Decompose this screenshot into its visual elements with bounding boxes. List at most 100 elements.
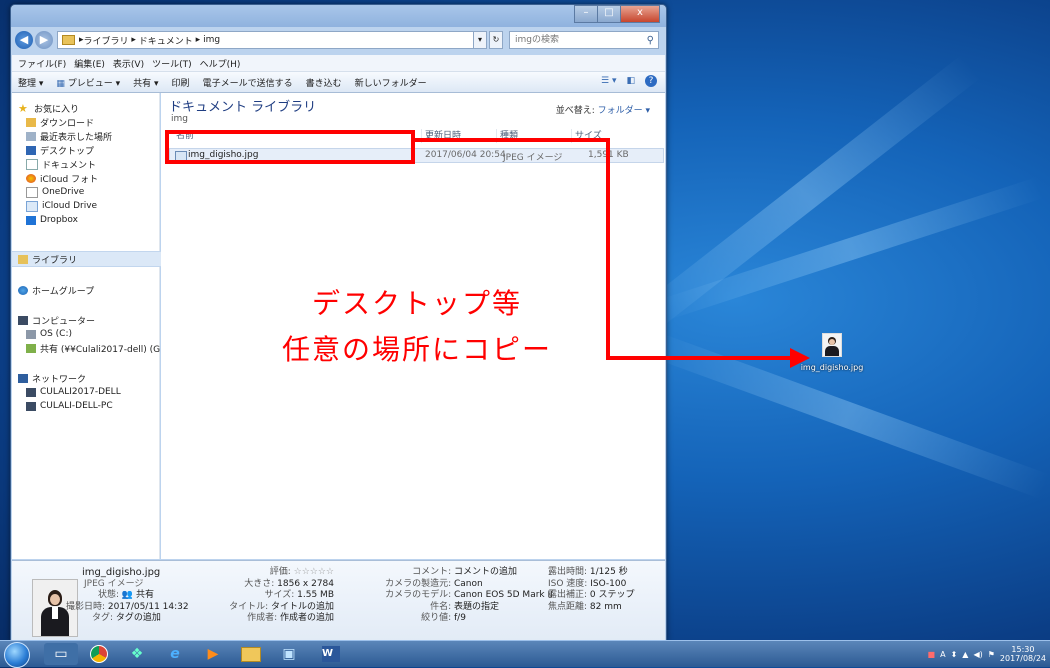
nav-drive-g[interactable]: 共有 (¥¥Culali2017-dell) (G:) — [26, 341, 173, 355]
nav-icloud-photos[interactable]: iCloud フォト — [26, 171, 173, 185]
menu-file[interactable]: ファイル(F) — [18, 57, 66, 70]
details-state: 共有 — [136, 590, 155, 600]
details-col2: 評価: ☆☆☆☆☆ 大きさ: 1856 x 2784 サイズ: 1.55 MB … — [229, 567, 334, 623]
help-icon[interactable]: ? — [645, 75, 657, 87]
nav-favorites[interactable]: ★ お気に入り — [18, 101, 165, 115]
taskbar-media-icon[interactable]: ▶ — [196, 643, 230, 665]
nav-libraries[interactable]: ライブラリ — [12, 251, 165, 267]
maximize-button[interactable]: □ — [597, 5, 621, 23]
menu-view[interactable]: 表示(V) — [113, 57, 144, 70]
clock[interactable]: 15:30 2017/08/24 — [1000, 645, 1046, 663]
taskbar-app-icon[interactable]: ❖ — [120, 643, 154, 665]
burn-button[interactable]: 書き込む — [306, 76, 342, 89]
details-comment[interactable]: コメントの追加 — [454, 567, 546, 579]
menu-edit[interactable]: 編集(E) — [74, 57, 105, 70]
details-filename: img_digisho.jpg — [82, 567, 161, 578]
icloud-photos-icon — [26, 173, 36, 183]
menu-tools[interactable]: ツール(T) — [152, 57, 192, 70]
annotation-line-horizontal — [413, 138, 610, 142]
address-bar[interactable]: ▸ ライブラリ ▸ ドキュメント ▸ img — [57, 31, 487, 49]
back-arrow-icon[interactable]: ◀ — [15, 31, 33, 49]
details-date-taken: 2017/05/11 14:32 — [107, 601, 189, 612]
breadcrumb-img[interactable]: img — [203, 35, 220, 45]
details-fstop: f/9 — [454, 613, 466, 623]
nav-drive-c[interactable]: OS (C:) — [26, 327, 173, 341]
details-focal-length: 82 mm — [589, 601, 622, 612]
sort-control[interactable]: 並べ替え: フォルダー ▾ — [556, 103, 650, 116]
taskbar-photo-icon[interactable]: ▣ — [272, 643, 306, 665]
view-options-icon[interactable]: ☰ ▾ — [601, 76, 616, 86]
drive-icon — [26, 329, 36, 339]
taskbar-ie-icon[interactable]: e — [158, 643, 192, 665]
nav-network-culali2017[interactable]: CULALI2017-DELL — [26, 385, 173, 399]
address-dropdown-button[interactable]: ▾ — [473, 31, 487, 49]
library-icon — [18, 254, 28, 264]
tray-volume-icon[interactable]: ◀) — [973, 650, 982, 659]
details-tags[interactable]: タグの追加 — [116, 613, 161, 623]
tray-flag-icon[interactable]: ⚑ — [988, 650, 995, 659]
explorer-window: – □ x ◀ ▶ ▸ ライブラリ ▸ ドキュメント ▸ img ▾ ↻ img… — [10, 4, 667, 642]
library-title: ドキュメント ライブラリ — [169, 100, 317, 115]
nav-documents[interactable]: ドキュメント — [26, 157, 173, 171]
details-subject[interactable]: 表題の指定 — [454, 602, 546, 614]
nav-network[interactable]: ネットワーク — [18, 371, 165, 385]
new-folder-button[interactable]: 新しいフォルダー — [355, 76, 427, 89]
nav-downloads[interactable]: ダウンロード — [26, 115, 173, 129]
clock-date: 2017/08/24 — [999, 654, 1046, 663]
computer-icon — [26, 401, 36, 411]
nav-icloud-drive[interactable]: iCloud Drive — [26, 199, 173, 213]
preview-pane-icon[interactable]: ◧ — [626, 76, 635, 86]
nav-homegroup[interactable]: ホームグループ — [18, 283, 165, 297]
title-bar[interactable]: – □ x — [11, 5, 666, 27]
close-button[interactable]: x — [620, 5, 660, 23]
taskbar-folder-icon[interactable] — [234, 643, 268, 665]
email-button[interactable]: 電子メールで送信する — [203, 76, 293, 89]
rating-stars[interactable]: ☆☆☆☆☆ — [294, 567, 334, 577]
desktop-icon — [26, 145, 36, 155]
nav-computer[interactable]: コンピューター — [18, 313, 165, 327]
taskbar-explorer-icon[interactable]: ▭ — [44, 643, 78, 665]
nav-network-culali-pc[interactable]: CULALI-DELL-PC — [26, 399, 173, 413]
tray-network-icon[interactable]: ⬍ — [951, 650, 958, 659]
preview-button[interactable]: ▦ プレビュー ▾ — [56, 76, 120, 89]
details-filetype: JPEG イメージ — [84, 578, 144, 589]
nav-dropbox[interactable]: Dropbox — [26, 213, 173, 227]
share-button[interactable]: 共有 ▾ — [133, 76, 158, 89]
icloud-drive-icon — [26, 200, 38, 212]
desktop-file-icon[interactable]: img_digisho.jpg — [800, 333, 864, 372]
details-iso: ISO-100 — [590, 578, 627, 589]
taskbar-word-icon[interactable]: W — [314, 643, 348, 665]
start-button[interactable] — [4, 642, 30, 668]
nav-onedrive[interactable]: OneDrive — [26, 185, 173, 199]
nav-recent-places[interactable]: 最近表示した場所 — [26, 129, 173, 143]
breadcrumb-libraries[interactable]: ライブラリ — [84, 34, 129, 47]
annotation-line-to-icon — [606, 356, 792, 360]
organize-button[interactable]: 整理 ▾ — [18, 76, 43, 89]
taskbar-chrome-icon[interactable] — [82, 643, 116, 665]
details-author[interactable]: 作成者の追加 — [280, 613, 334, 623]
menu-help[interactable]: ヘルプ(H) — [200, 57, 241, 70]
details-col4: 露出時間: 1/125 秒 ISO 速度: ISO-100 露出補正: 0 ステ… — [548, 567, 635, 612]
address-row: ◀ ▶ ▸ ライブラリ ▸ ドキュメント ▸ img ▾ ↻ imgの検索 ⚲ — [11, 29, 666, 53]
print-button[interactable]: 印刷 — [172, 76, 190, 89]
tray-ime-icon[interactable]: A — [940, 650, 945, 659]
recent-places-icon — [26, 131, 36, 141]
annotation-caption-line1: デスクトップ等 — [312, 287, 523, 320]
details-camera-model: Canon EOS 5D Mark II — [454, 590, 553, 600]
breadcrumb-documents[interactable]: ドキュメント — [139, 34, 193, 47]
refresh-button[interactable]: ↻ — [489, 31, 503, 49]
sort-value[interactable]: フォルダー ▾ — [598, 106, 650, 116]
navigation-pane: ★ お気に入り ダウンロード 最近表示した場所 デスクトップ ドキュメント iCl… — [12, 93, 167, 559]
tray-expand-icon[interactable]: ▲ — [962, 650, 968, 659]
forward-arrow-icon[interactable]: ▶ — [35, 31, 53, 49]
minimize-button[interactable]: – — [574, 5, 598, 23]
details-size: 1.55 MB — [297, 590, 334, 600]
nav-desktop[interactable]: デスクトップ — [26, 143, 173, 157]
network-drive-icon — [26, 343, 36, 353]
search-placeholder: imgの検索 — [515, 35, 559, 45]
tray-security-icon[interactable]: ■ — [928, 650, 936, 659]
details-exposure: 1/125 秒 — [589, 567, 628, 577]
details-title[interactable]: タイトルの追加 — [271, 602, 334, 612]
system-tray: ■ A ⬍ ▲ ◀) ⚑ 15:30 2017/08/24 — [928, 643, 1046, 665]
search-input[interactable]: imgの検索 ⚲ — [509, 31, 659, 49]
